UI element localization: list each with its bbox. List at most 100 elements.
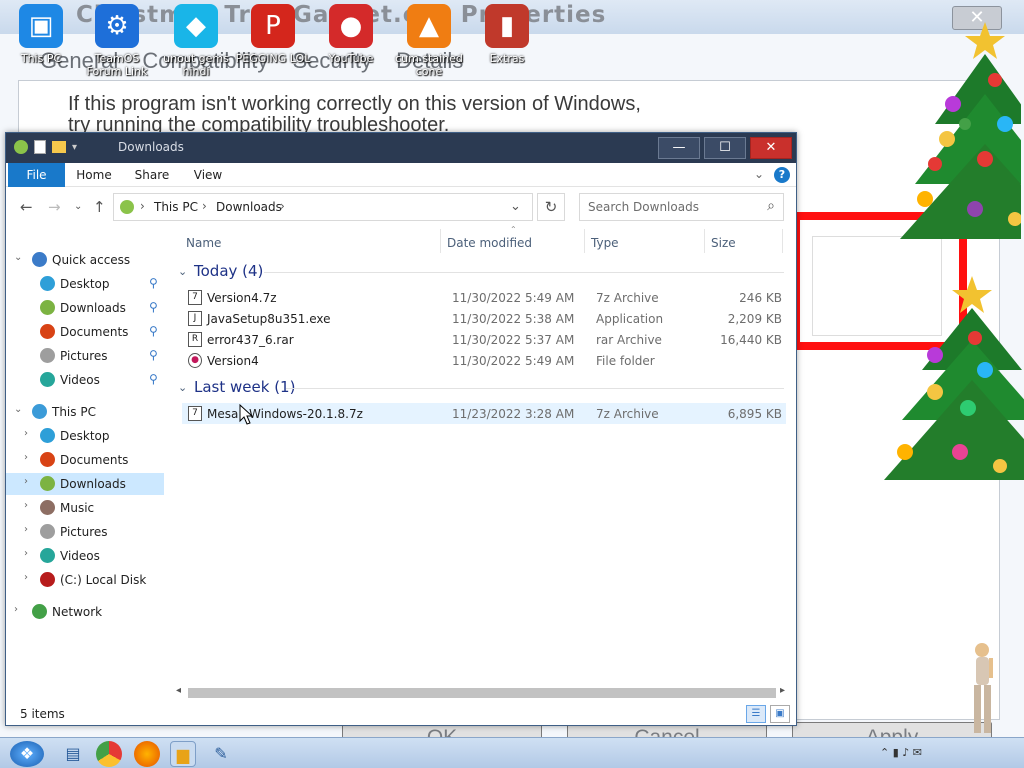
minimize-button[interactable]: — (658, 137, 700, 159)
desktop-icon[interactable]: P PEGGING LOL (232, 4, 314, 65)
start-button[interactable]: ❖ (10, 741, 44, 767)
nav-pc-clocaldisk[interactable]: › (C:) Local Disk (6, 569, 164, 591)
nav-quick-documents[interactable]: Documents ⚲ (6, 321, 164, 343)
maximize-button[interactable]: ☐ (704, 137, 746, 159)
group-header[interactable]: ⌄ Today (4) (174, 261, 784, 283)
nav-quick-access[interactable]: ⌄ Quick access (6, 249, 164, 271)
breadcrumb-this-pc[interactable]: This PC (154, 200, 198, 214)
chevron-right-icon[interactable]: › (24, 548, 28, 559)
chevron-right-icon[interactable]: › (24, 524, 28, 535)
forward-arrow-icon[interactable]: → (48, 198, 61, 216)
search-input[interactable]: Search Downloads ⌕ (579, 193, 784, 221)
chevron-right-icon[interactable]: › (24, 572, 28, 583)
firefox-icon[interactable] (134, 741, 160, 767)
breadcrumb-separator-icon[interactable]: › (202, 199, 207, 213)
desktop-icon[interactable]: ◆ unout gems hindi (155, 4, 237, 78)
nav-network[interactable]: › Network (6, 601, 164, 623)
chrome-icon[interactable] (96, 741, 122, 767)
file-type: File folder (596, 354, 655, 368)
column-divider[interactable] (704, 229, 705, 253)
collapse-chevron-icon[interactable]: ⌄ (178, 265, 187, 278)
large-icons-view-icon[interactable]: ▣ (770, 705, 790, 723)
chevron-down-icon[interactable]: ⌄ (14, 404, 22, 415)
nav-pc-downloads[interactable]: › Downloads (6, 473, 164, 495)
up-arrow-icon[interactable]: ↑ (93, 198, 106, 216)
column-date-modified[interactable]: Date modified (447, 236, 532, 250)
nav-pc-music[interactable]: › Music (6, 497, 164, 519)
nav-pc-pictures[interactable]: › Pictures (6, 521, 164, 543)
chevron-down-icon[interactable]: ⌄ (14, 252, 22, 263)
address-bar[interactable]: › This PC › Downloads › ⌄ (113, 193, 533, 221)
group-header[interactable]: ⌄ Last week (1) (174, 377, 784, 399)
chevron-right-icon[interactable]: › (24, 500, 28, 511)
pin-icon[interactable]: ⚲ (149, 276, 158, 290)
column-divider[interactable] (584, 229, 585, 253)
nav-item-label: (C:) Local Disk (60, 573, 147, 587)
breadcrumb-separator-icon[interactable]: › (280, 199, 285, 213)
chevron-right-icon[interactable]: › (24, 428, 28, 439)
file-row[interactable]: 7 Version4.7z 11/30/2022 5:49 AM 7z Archive… (182, 287, 786, 308)
nav-quick-desktop[interactable]: Desktop ⚲ (6, 273, 164, 295)
nav-pc-desktop[interactable]: › Desktop (6, 425, 164, 447)
scroll-left-icon[interactable]: ◂ (176, 685, 181, 696)
file-type: rar Archive (596, 333, 662, 347)
chevron-right-icon[interactable]: › (24, 452, 28, 463)
new-folder-quick-icon[interactable] (52, 141, 66, 153)
nav-pc-documents[interactable]: › Documents (6, 449, 164, 471)
recent-locations-icon[interactable]: ⌄ (74, 201, 82, 212)
file-row[interactable]: ● Version4 11/30/2022 5:49 AM File folder (182, 350, 786, 371)
tab-view[interactable]: View (182, 163, 234, 187)
refresh-button[interactable]: ↻ (537, 193, 565, 221)
help-icon[interactable]: ? (774, 167, 790, 183)
pin-icon[interactable]: ⚲ (149, 324, 158, 338)
scroll-right-icon[interactable]: ▸ (780, 685, 785, 696)
column-name[interactable]: Name (186, 236, 221, 250)
system-tray[interactable]: ⌃ ▮ ♪ ✉ (880, 746, 922, 759)
navigation-bar: ← → ⌄ ↑ › This PC › Downloads › ⌄ ↻ Sear… (6, 189, 796, 225)
desktop-icon[interactable]: ▮ Extras (466, 4, 548, 65)
pin-icon[interactable]: ⚲ (149, 348, 158, 362)
file-row[interactable]: J JavaSetup8u351.exe 11/30/2022 5:38 AM App… (182, 308, 786, 329)
folder-icon (40, 300, 55, 315)
desktop-icon[interactable]: ⚙ TeamOS Forum Link (76, 4, 158, 78)
breadcrumb-downloads[interactable]: Downloads (216, 200, 282, 214)
file-row[interactable]: Rerror437_6.rar 11/30/2022 5:37 AM rar Arc… (182, 329, 786, 350)
close-button[interactable]: ✕ (750, 137, 792, 159)
horizontal-scrollbar[interactable]: ◂ ▸ (174, 685, 792, 701)
file-explorer-icon[interactable]: ▆ (170, 741, 196, 767)
scrollbar-thumb[interactable] (188, 688, 776, 698)
properties-quick-icon[interactable] (34, 140, 46, 154)
desktop-icon[interactable]: ▲ cum stained cone (388, 4, 470, 78)
pin-icon[interactable]: ⚲ (149, 372, 158, 386)
gem-icon: ◆ (174, 4, 218, 48)
tab-share[interactable]: Share (126, 163, 178, 187)
task-view-icon[interactable]: ▤ (60, 741, 86, 767)
tab-file[interactable]: File (8, 163, 65, 187)
desktop-icon[interactable]: ● YouTube (310, 4, 392, 65)
file-row[interactable]: 7 MesaF Windows-20.1.8.7z 11/23/2022 3:28 … (182, 403, 786, 424)
nav-quick-pictures[interactable]: Pictures ⚲ (6, 345, 164, 367)
expand-ribbon-chevron-icon[interactable]: ⌄ (754, 167, 764, 181)
chevron-down-icon[interactable]: ▾ (72, 142, 77, 153)
app-taskbar-icon[interactable]: ✎ (208, 741, 234, 767)
nav-this-pc[interactable]: ⌄ This PC (6, 401, 164, 423)
search-icon[interactable]: ⌕ (767, 198, 775, 214)
nav-quick-downloads[interactable]: Downloads ⚲ (6, 297, 164, 319)
column-divider[interactable] (440, 229, 441, 253)
column-divider[interactable] (782, 229, 783, 253)
column-size[interactable]: Size (711, 236, 736, 250)
nav-item-label: Network (52, 605, 103, 619)
pin-icon[interactable]: ⚲ (149, 300, 158, 314)
nav-quick-videos[interactable]: Videos ⚲ (6, 369, 164, 391)
column-type[interactable]: Type (591, 236, 619, 250)
desktop-icon[interactable]: ▣ This PC (0, 4, 82, 65)
address-dropdown-chevron-icon[interactable]: ⌄ (510, 199, 521, 214)
desktop-icon-label: unout gems hindi (163, 52, 229, 78)
chevron-right-icon[interactable]: › (24, 476, 28, 487)
chevron-right-icon[interactable]: › (14, 604, 18, 615)
details-view-icon[interactable]: ☰ (746, 705, 766, 723)
tab-home[interactable]: Home (68, 163, 120, 187)
nav-pc-videos[interactable]: › Videos (6, 545, 164, 567)
collapse-chevron-icon[interactable]: ⌄ (178, 381, 187, 394)
back-arrow-icon[interactable]: ← (20, 198, 33, 216)
